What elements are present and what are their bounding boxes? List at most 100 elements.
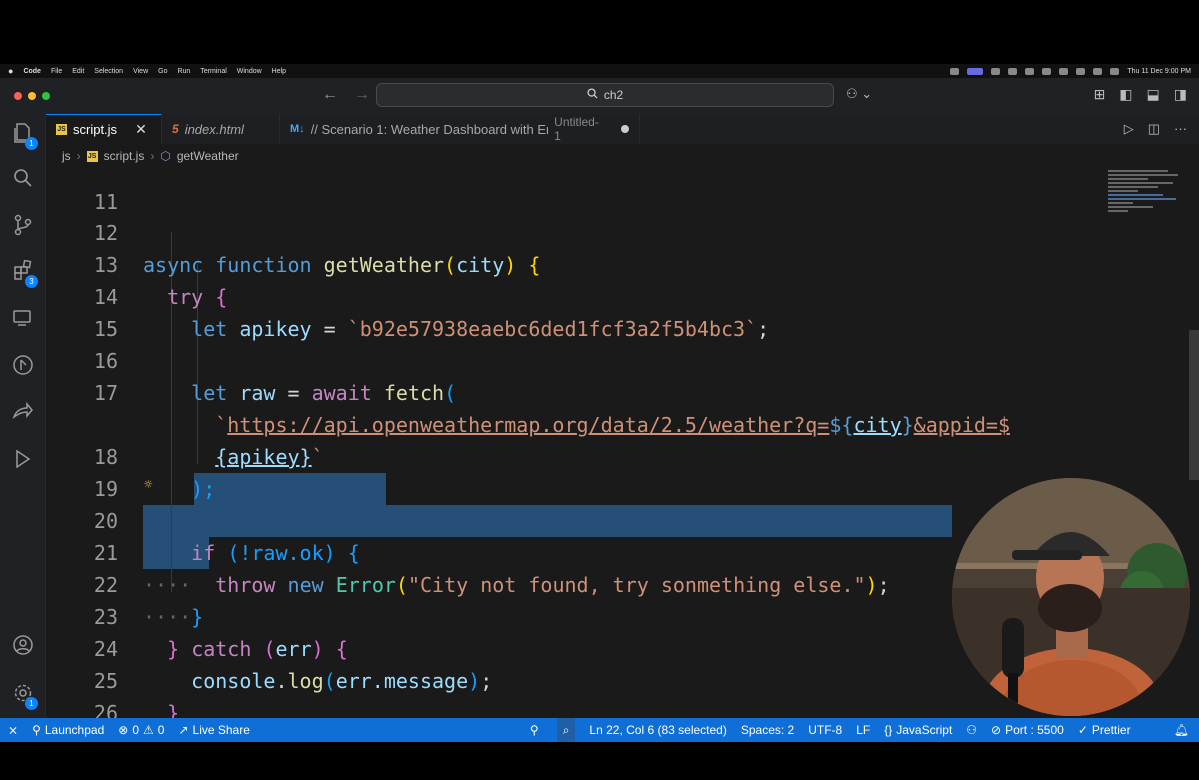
live-share-icon[interactable] — [10, 401, 36, 427]
code-line: 14 let apikey = `b92e57938eaebc6ded1fcf3… — [46, 249, 1146, 341]
webcam-overlay — [952, 478, 1190, 716]
split-editor-icon[interactable]: ◫ — [1148, 121, 1160, 137]
close-tab-icon[interactable]: ✕ — [135, 121, 147, 138]
toggle-secondary-sidebar-icon[interactable]: ◨ — [1174, 86, 1187, 103]
indentation[interactable]: Spaces: 2 — [741, 723, 794, 737]
tab-index-html[interactable]: 5 index.html — [162, 114, 280, 144]
explorer-icon[interactable]: 1 — [10, 122, 38, 150]
extensions-icon[interactable]: 3 — [10, 259, 38, 288]
settings-gear-icon[interactable]: 1 — [10, 682, 38, 710]
source-control-icon[interactable] — [10, 214, 36, 240]
menu-terminal[interactable]: Terminal — [200, 68, 226, 75]
run-debug-icon[interactable] — [10, 354, 36, 380]
prettier-label: Prettier — [1091, 723, 1131, 737]
more-actions-icon[interactable]: ··· — [1174, 121, 1187, 137]
menu-window[interactable]: Window — [237, 68, 262, 75]
forward-arrow-icon[interactable]: → — [354, 86, 370, 104]
menu-go[interactable]: Go — [158, 68, 167, 75]
window-titlebar: ← → ch2 ⚇ ⌄ ⊞ ◧ ⬓ ◨ — [0, 78, 1199, 114]
javascript-file-icon: JS — [86, 150, 98, 162]
search-icon[interactable] — [10, 168, 36, 194]
editor-tabs: JS script.js ✕ 5 index.html M↓ // Scenar… — [46, 114, 1199, 144]
control-center-icon[interactable] — [1110, 67, 1120, 75]
minimap[interactable] — [1108, 168, 1188, 248]
command-center-search[interactable]: ch2 — [376, 83, 834, 107]
code-line: 27 — [46, 697, 1146, 718]
code-line: 19 — [46, 441, 1146, 501]
back-arrow-icon[interactable]: ← — [322, 86, 338, 104]
prettier-button[interactable]: ✓ Prettier — [1078, 723, 1131, 737]
zoom-icon[interactable]: ⌕ — [556, 718, 576, 742]
screen-record-icon[interactable] — [967, 67, 984, 75]
minimize-window-button[interactable] — [28, 92, 36, 100]
zoom-window-button[interactable] — [42, 92, 50, 100]
code-line: 11 — [46, 168, 1146, 214]
port-label: Port : 5500 — [1005, 723, 1064, 737]
testing-icon[interactable] — [10, 448, 36, 474]
unsaved-dot-icon[interactable] — [621, 125, 629, 133]
menubar-clock[interactable]: Thu 11 Dec 9:00 PM — [1127, 68, 1191, 75]
remote-explorer-icon[interactable] — [10, 308, 36, 334]
code-line: 15 — [46, 281, 1146, 341]
language-mode[interactable]: {} JavaScript — [884, 723, 952, 737]
wifi-icon[interactable] — [1076, 67, 1086, 75]
chevron-right-icon: › — [150, 149, 155, 163]
launchpad-button[interactable]: ⚲ Launchpad — [32, 723, 104, 737]
error-icon: ⊗ — [118, 723, 129, 737]
menu-run[interactable]: Run — [177, 68, 190, 75]
copilot-status-icon[interactable]: ⚇ — [966, 723, 977, 737]
explorer-badge: 1 — [25, 137, 38, 150]
code-line: 17 `https://api.openweathermap.org/data/… — [46, 345, 1146, 437]
chevron-right-icon: › — [76, 149, 81, 163]
cursor-position[interactable]: Ln 22, Col 6 (83 selected) — [589, 723, 726, 737]
tab-script-js[interactable]: JS script.js ✕ — [46, 114, 162, 144]
status-icon[interactable] — [1059, 67, 1069, 75]
toggle-sidebar-icon[interactable]: ◧ — [1119, 86, 1132, 103]
copilot-icon[interactable]: ⚇ ⌄ — [846, 86, 872, 102]
code-line: 16 let raw = await fetch( — [46, 313, 1146, 405]
launchpad-label: Launchpad — [44, 723, 105, 737]
sync-icon[interactable]: ⚲ — [530, 723, 539, 737]
check-double-icon: ✓ — [1077, 723, 1088, 737]
activity-bar: 1 3 1 — [0, 114, 46, 718]
status-icon[interactable] — [1025, 67, 1035, 75]
toggle-panel-icon[interactable]: ⬓ — [1147, 86, 1160, 103]
breadcrumb-folder[interactable]: js — [62, 149, 71, 163]
menu-selection[interactable]: Selection — [94, 68, 123, 75]
scrollbar[interactable] — [1189, 330, 1199, 480]
search-icon[interactable] — [1093, 67, 1103, 75]
status-icon[interactable] — [1008, 67, 1018, 75]
menu-code[interactable]: Code — [23, 68, 41, 75]
apple-menu-icon[interactable]: ● — [8, 66, 13, 76]
lightbulb-icon[interactable]: ☼ — [144, 477, 152, 493]
markdown-file-icon: M↓ — [290, 123, 305, 135]
tab-sublabel: Untitled-1 — [554, 115, 599, 143]
menu-view[interactable]: View — [133, 68, 148, 75]
problems-button[interactable]: ⊗ 0 ⚠ 0 — [118, 723, 164, 737]
tab-untitled-1[interactable]: M↓ // Scenario 1: Weather Dashboard with… — [280, 114, 640, 144]
menu-file[interactable]: File — [51, 68, 62, 75]
status-icon[interactable] — [950, 67, 960, 75]
editor-actions: ▷ ◫ ··· — [1124, 121, 1187, 137]
braces-icon: {} — [884, 723, 893, 737]
run-icon[interactable]: ▷ — [1124, 121, 1134, 137]
live-server-button[interactable]: ⊘ Port : 5500 — [991, 723, 1064, 737]
breadcrumb-symbol[interactable]: getWeather — [177, 149, 239, 163]
account-icon[interactable] — [10, 634, 36, 660]
workspace-name: ch2 — [603, 88, 624, 102]
status-icon[interactable] — [991, 67, 1001, 75]
javascript-file-icon: JS — [56, 124, 67, 135]
menu-help[interactable]: Help — [272, 68, 286, 75]
remote-indicator-icon[interactable]: ⨯ — [8, 723, 18, 737]
encoding[interactable]: UTF-8 — [808, 723, 842, 737]
status-icon[interactable] — [1042, 67, 1052, 75]
notifications-bell-icon[interactable]: 🔔︎ — [1174, 723, 1189, 737]
close-window-button[interactable] — [14, 92, 22, 100]
macos-menubar: ● Code File Edit Selection View Go Run T… — [0, 64, 1199, 78]
menu-edit[interactable]: Edit — [72, 68, 84, 75]
end-of-line[interactable]: LF — [856, 723, 870, 737]
live-share-button[interactable]: ↗ Live Share — [178, 723, 249, 737]
traffic-lights — [14, 92, 50, 100]
breadcrumb-file[interactable]: script.js — [104, 149, 145, 163]
customize-layout-icon[interactable]: ⊞ — [1094, 86, 1106, 103]
